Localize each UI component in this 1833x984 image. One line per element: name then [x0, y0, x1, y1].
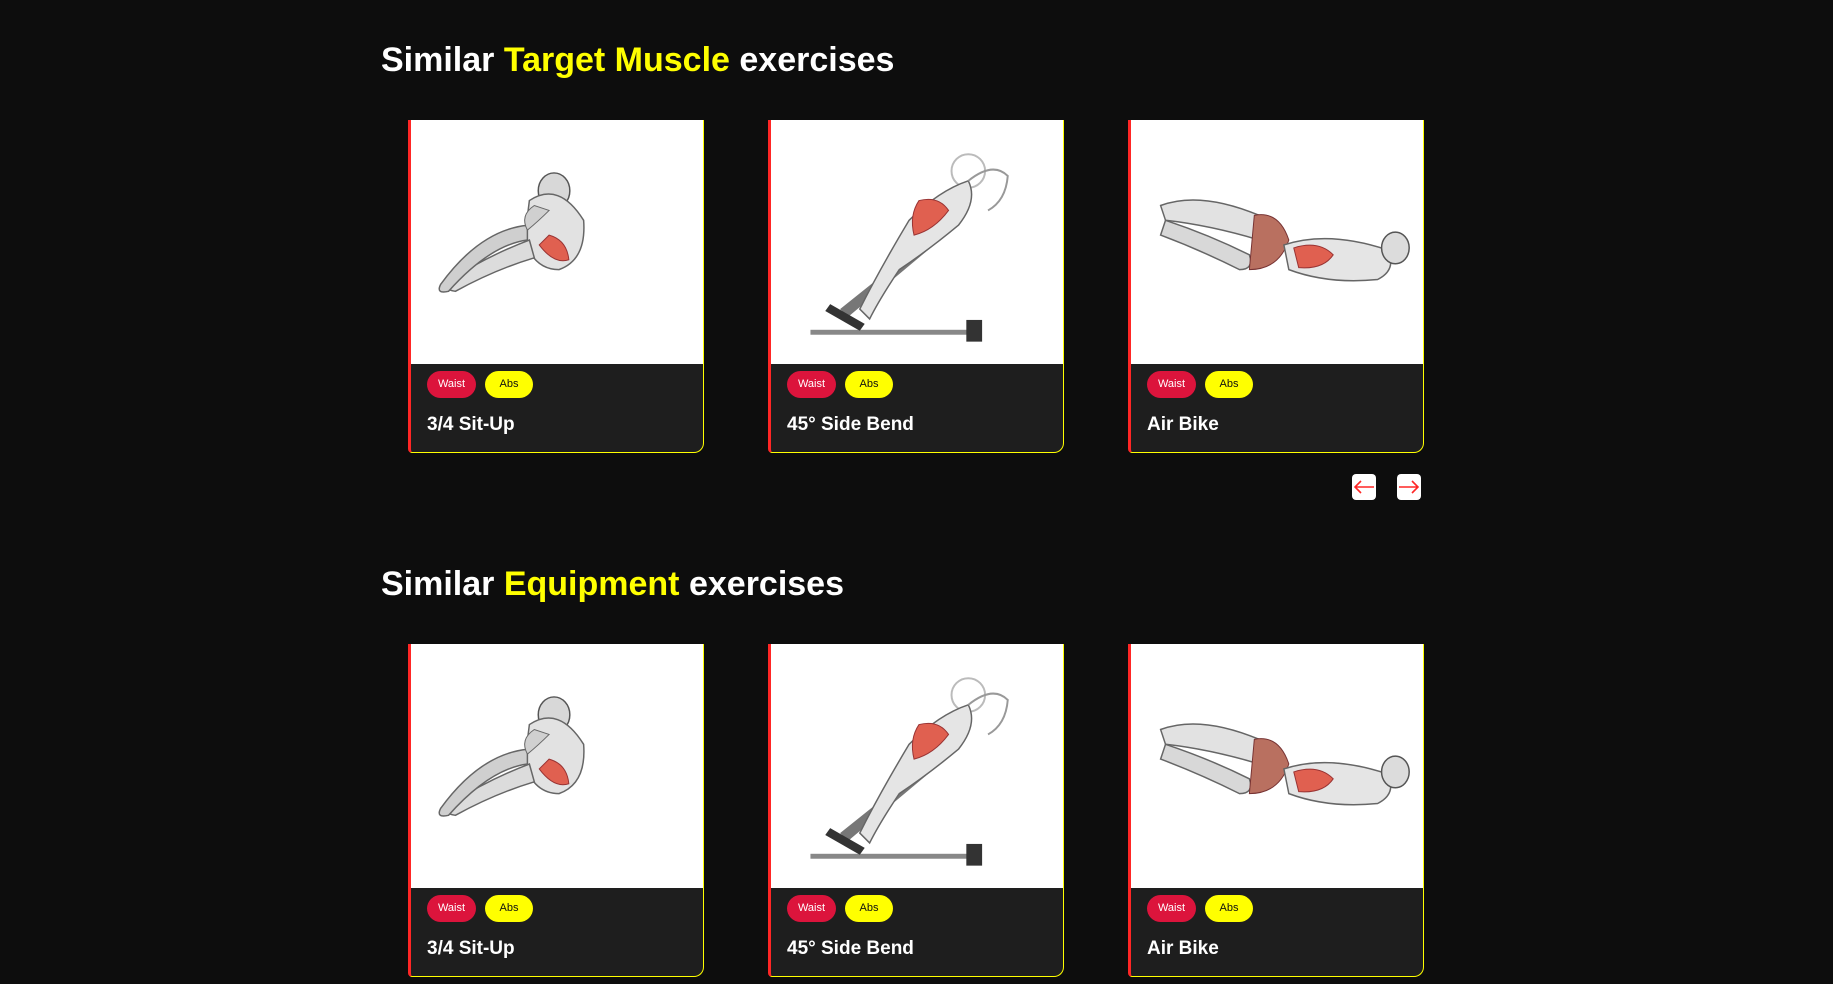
exercise-card[interactable]: Waist Abs Air Bike [1128, 644, 1424, 977]
exercise-name: 45° Side Bend [787, 938, 914, 959]
heading-highlight: Target Muscle [503, 41, 730, 79]
exercise-name: Air Bike [1147, 414, 1219, 435]
exercise-name: 3/4 Sit-Up [427, 938, 515, 959]
exercise-name: 3/4 Sit-Up [427, 414, 515, 435]
body-part-tag[interactable]: Waist [787, 371, 836, 398]
situp-figure [438, 172, 585, 293]
heading-highlight: Equipment [503, 565, 680, 603]
target-tag[interactable]: Abs [485, 371, 533, 398]
heading-prefix: Similar [381, 41, 504, 79]
exercise-card-list: Waist Abs 3/4 Sit-Up Waist Abs 45° Side … [408, 120, 1448, 460]
target-tag[interactable]: Abs [845, 371, 893, 398]
exercise-card[interactable]: Waist Abs Air Bike [1128, 120, 1424, 453]
arrow-left-icon [1353, 480, 1374, 494]
arrow-right-icon [1399, 480, 1420, 494]
side-bend-figure [810, 677, 1009, 866]
exercise-name: 45° Side Bend [787, 414, 914, 435]
prev-button[interactable] [1352, 474, 1376, 500]
air-bike-figure [1159, 723, 1410, 806]
next-button[interactable] [1397, 474, 1421, 500]
target-tag[interactable]: Abs [1205, 895, 1253, 922]
situp-figure [438, 696, 585, 817]
exercise-name: Air Bike [1147, 938, 1219, 959]
body-part-tag[interactable]: Waist [1147, 895, 1196, 922]
air-bike-figure [1159, 199, 1410, 282]
exercise-card-list: Waist Abs 3/4 Sit-Up Waist Abs 45° Side … [408, 644, 1448, 984]
side-bend-figure [810, 153, 1009, 342]
exercise-image [1131, 120, 1423, 364]
exercise-image [411, 120, 703, 364]
body-part-tag[interactable]: Waist [1147, 371, 1196, 398]
exercise-image [771, 120, 1063, 364]
exercise-card[interactable]: Waist Abs 3/4 Sit-Up [408, 644, 704, 977]
exercise-card[interactable]: Waist Abs 45° Side Bend [768, 120, 1064, 453]
target-tag[interactable]: Abs [1205, 371, 1253, 398]
section-heading: Similar Target Muscle exercises [381, 38, 1461, 82]
heading-prefix: Similar [381, 565, 504, 603]
exercise-image [1131, 644, 1423, 888]
exercise-image [411, 644, 703, 888]
equipment-section: Similar Equipment exercises Waist Abs 3/… [381, 562, 1461, 977]
target-muscle-section: Similar Target Muscle exercises Waist Ab… [381, 38, 1461, 453]
exercise-image [771, 644, 1063, 888]
body-part-tag[interactable]: Waist [787, 895, 836, 922]
exercise-card[interactable]: Waist Abs 3/4 Sit-Up [408, 120, 704, 453]
exercise-card[interactable]: Waist Abs 45° Side Bend [768, 644, 1064, 977]
body-part-tag[interactable]: Waist [427, 371, 476, 398]
body-part-tag[interactable]: Waist [427, 895, 476, 922]
heading-suffix: exercises [729, 41, 895, 79]
heading-suffix: exercises [679, 565, 845, 603]
target-tag[interactable]: Abs [485, 895, 533, 922]
target-tag[interactable]: Abs [845, 895, 893, 922]
section-heading: Similar Equipment exercises [381, 562, 1461, 606]
